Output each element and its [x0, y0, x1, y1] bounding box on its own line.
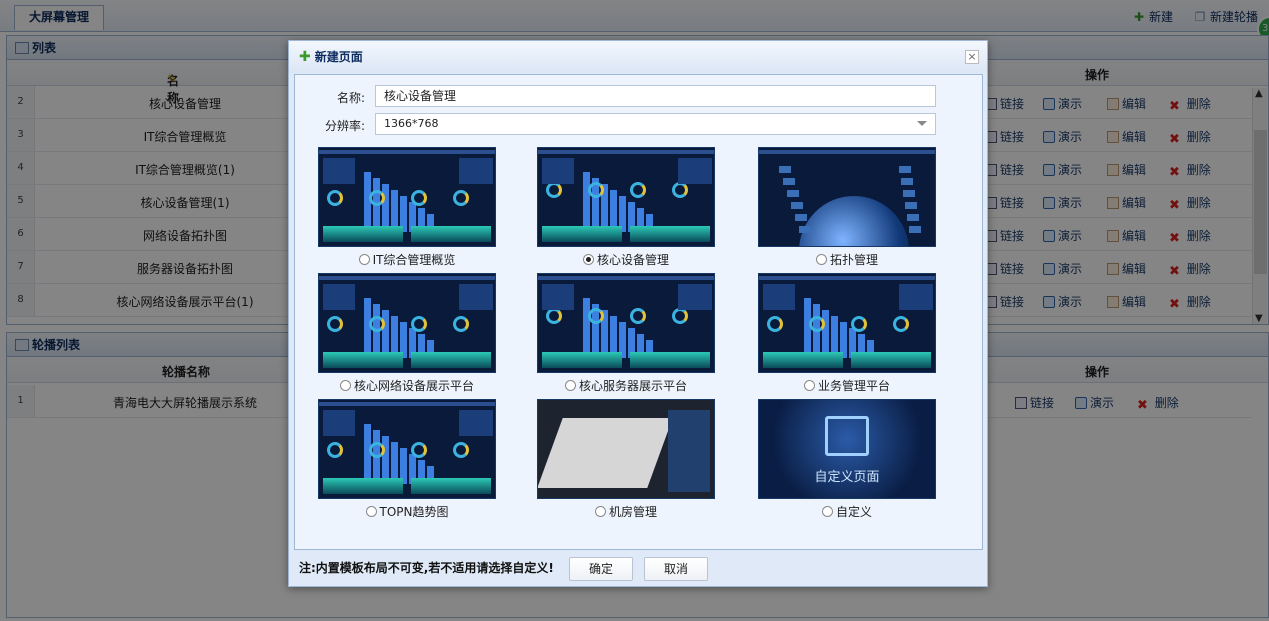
template-thumbnail[interactable] [318, 399, 496, 499]
name-label: 名称: [337, 91, 366, 105]
template-thumbnail[interactable] [537, 399, 715, 499]
template-label: 核心设备管理 [596, 253, 669, 267]
resolution-label: 分辨率: [325, 119, 366, 133]
dialog-body: 名称: 核心设备管理 分辨率: 1366*768 IT综合管理概览 核心设备管理拓… [294, 74, 983, 550]
template-option[interactable]: 核心服务器展示平台 [531, 273, 721, 394]
resolution-select[interactable]: 1366*768 [375, 113, 936, 135]
radio-button[interactable] [594, 506, 606, 517]
template-option[interactable]: 自定义页面自定义 [752, 399, 942, 520]
template-option[interactable]: 核心设备管理 [531, 147, 721, 268]
template-thumbnail[interactable]: 自定义页面 [758, 399, 936, 499]
template-label: 核心服务器展示平台 [578, 379, 687, 393]
custom-thumb-text: 自定义页面 [814, 470, 880, 485]
ok-button[interactable]: 确定 [569, 557, 633, 581]
dialog-title: ✚ 新建页面 [289, 41, 987, 73]
template-thumbnail[interactable] [318, 273, 496, 373]
template-label: 机房管理 [608, 505, 657, 519]
cancel-button[interactable]: 取消 [644, 557, 708, 581]
template-label: 业务管理平台 [817, 379, 890, 393]
plus-icon: ✚ [299, 49, 311, 65]
radio-button[interactable] [582, 254, 594, 265]
radio-button[interactable] [365, 506, 377, 517]
template-option[interactable]: 业务管理平台 [752, 273, 942, 394]
template-option[interactable]: 机房管理 [531, 399, 721, 520]
radio-button[interactable] [564, 380, 576, 391]
template-label: IT综合管理概览 [372, 253, 456, 267]
radio-button[interactable] [339, 380, 351, 391]
chevron-down-icon [917, 121, 927, 126]
template-label: TOPN趋势图 [379, 505, 449, 519]
template-option[interactable]: TOPN趋势图 [312, 399, 502, 520]
template-note: 注:内置模板布局不可变,若不适用请选择自定义! [299, 561, 554, 575]
template-thumbnail[interactable] [537, 147, 715, 247]
template-thumbnail[interactable] [758, 273, 936, 373]
template-option[interactable]: IT综合管理概览 [312, 147, 502, 268]
radio-button[interactable] [815, 254, 827, 265]
close-button[interactable]: × [965, 50, 979, 64]
template-thumbnail[interactable] [537, 273, 715, 373]
dialog-footer: 注:内置模板布局不可变,若不适用请选择自定义! 确定 取消 [289, 551, 989, 587]
template-thumbnail[interactable] [318, 147, 496, 247]
template-thumbnail[interactable] [758, 147, 936, 247]
name-input[interactable]: 核心设备管理 [375, 85, 936, 107]
template-label: 核心网络设备展示平台 [353, 379, 474, 393]
radio-button[interactable] [821, 506, 833, 517]
template-option[interactable]: 拓扑管理 [752, 147, 942, 268]
new-page-dialog: ✚ 新建页面 × 名称: 核心设备管理 分辨率: 1366*768 IT综合管理概… [288, 40, 988, 587]
radio-button[interactable] [803, 380, 815, 391]
template-label: 拓扑管理 [829, 253, 878, 267]
template-option[interactable]: 核心网络设备展示平台 [312, 273, 502, 394]
radio-button[interactable] [358, 254, 370, 265]
template-label: 自定义 [835, 505, 872, 519]
